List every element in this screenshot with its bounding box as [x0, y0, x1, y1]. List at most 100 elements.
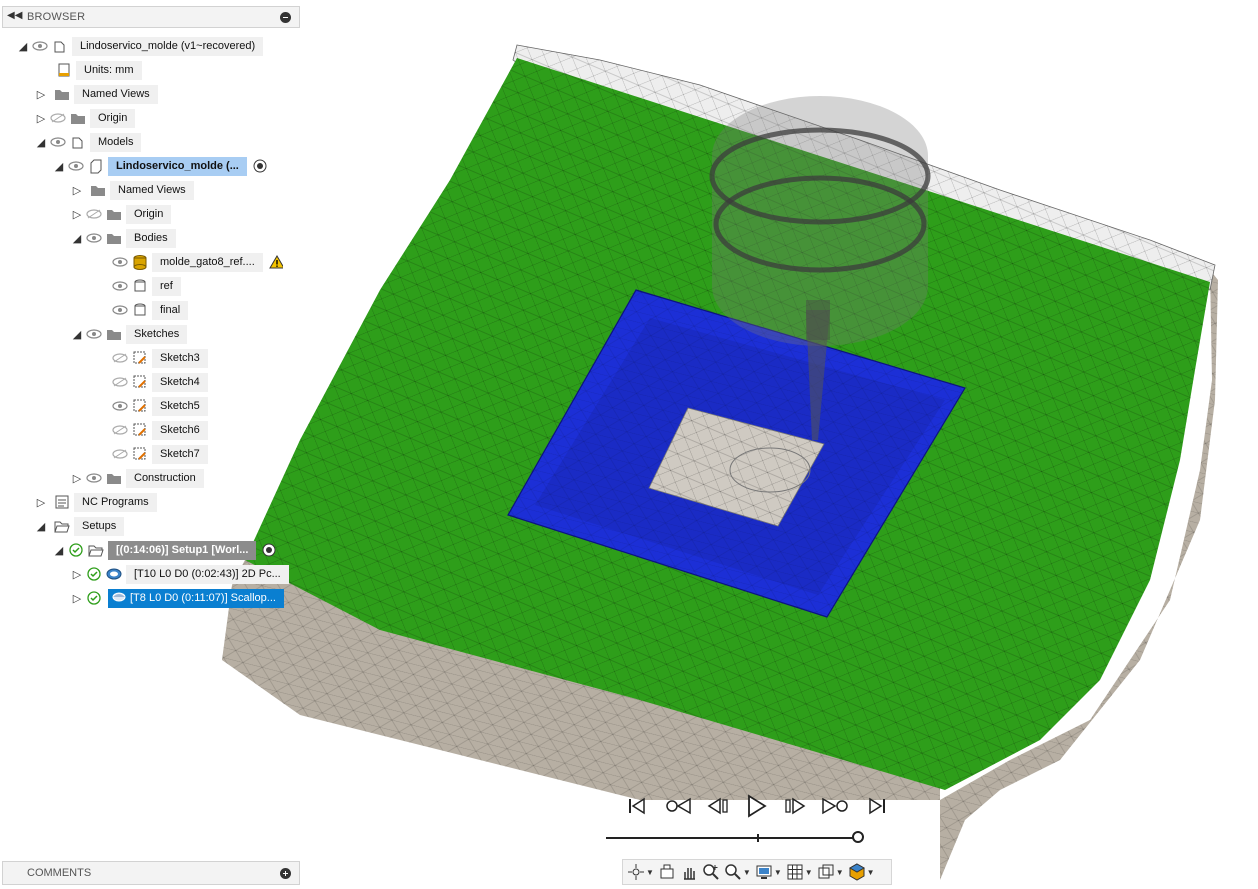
tree-label: [T10 L0 D0 (0:02:43)] 2D Pc...	[126, 564, 289, 584]
tree-item-root[interactable]: ◢ Lindoservico_molde (v1~recovered)	[16, 36, 264, 56]
expand-triangle-icon[interactable]: ▷	[70, 588, 84, 608]
play-icon	[748, 794, 767, 818]
add-comment-icon[interactable]	[280, 868, 291, 879]
expand-triangle-icon[interactable]: ▷	[34, 84, 48, 104]
tree-item-named-views[interactable]: ▷ Named Views	[34, 84, 158, 104]
eye-hidden-icon[interactable]	[110, 372, 130, 392]
tree-item-active-component[interactable]: ◢ Lindoservico_molde (...	[52, 156, 267, 176]
expand-triangle-icon[interactable]: ▷	[70, 204, 84, 224]
tree-label: Construction	[126, 468, 204, 488]
collapse-triangle-icon[interactable]: ◢	[34, 516, 48, 536]
tree-item-origin[interactable]: ▷ Origin	[34, 108, 136, 128]
tree-label: Sketch7	[152, 444, 208, 464]
expand-triangle-icon[interactable]: ▷	[34, 492, 48, 512]
tree-item-sketches[interactable]: ◢ Sketches	[70, 324, 188, 344]
tree-item-setup1[interactable]: ◢ [(0:14:06)] Setup1 [Worl...	[52, 540, 276, 560]
eye-icon[interactable]	[110, 396, 130, 416]
eye-icon[interactable]	[48, 132, 68, 152]
tree-item-construction[interactable]: ▷ Construction	[70, 468, 204, 488]
zoom-icon	[725, 864, 741, 880]
eye-icon[interactable]	[66, 156, 86, 176]
play-button[interactable]	[743, 794, 769, 818]
warning-icon[interactable]	[268, 255, 283, 269]
minimize-panel-icon[interactable]	[280, 12, 291, 23]
collapse-triangle-icon[interactable]: ◢	[52, 156, 66, 176]
document-settings-icon	[54, 60, 74, 80]
go-to-end-button[interactable]	[864, 794, 890, 818]
zoom-button[interactable]: ▼	[724, 861, 751, 883]
step-forward-icon	[785, 797, 806, 815]
tree-item-sketch3[interactable]: Sketch3	[110, 348, 208, 368]
tree-item-units[interactable]: Units: mm	[54, 60, 142, 80]
expand-triangle-icon[interactable]: ▷	[70, 180, 84, 200]
tree-item-named-views-nested[interactable]: ▷ Named Views	[70, 180, 194, 200]
eye-icon[interactable]	[84, 468, 104, 488]
tree-label: Bodies	[126, 228, 176, 248]
pan-button[interactable]	[680, 861, 698, 883]
comments-panel[interactable]: COMMENTS	[2, 861, 300, 885]
tree-item-body-molde[interactable]: molde_gato8_ref....	[110, 252, 283, 272]
eye-icon[interactable]	[84, 324, 104, 344]
tree-item-sketch6[interactable]: Sketch6	[110, 420, 208, 440]
tree-item-bodies[interactable]: ◢ Bodies	[70, 228, 176, 248]
collapse-panel-icon[interactable]: ◀◀	[7, 10, 22, 21]
eye-icon[interactable]	[84, 228, 104, 248]
eye-hidden-icon[interactable]	[110, 444, 130, 464]
tree-item-sketch5[interactable]: Sketch5	[110, 396, 208, 416]
eye-icon[interactable]	[110, 300, 130, 320]
tree-item-body-final[interactable]: final	[110, 300, 189, 320]
tree-label: Sketch6	[152, 420, 208, 440]
tree-item-setups[interactable]: ◢ Setups	[34, 516, 125, 536]
eye-hidden-icon[interactable]	[84, 204, 104, 224]
eye-icon[interactable]	[30, 36, 50, 56]
collapse-triangle-icon[interactable]: ◢	[16, 36, 30, 56]
expand-triangle-icon[interactable]: ▷	[70, 468, 84, 488]
activate-radio-icon[interactable]	[262, 543, 276, 557]
folder-icon	[104, 204, 124, 224]
expand-triangle-icon[interactable]: ▷	[70, 564, 84, 584]
look-at-button[interactable]	[658, 861, 676, 883]
folder-icon	[104, 228, 124, 248]
activate-radio-icon[interactable]	[253, 159, 267, 173]
previous-operation-button[interactable]	[663, 794, 693, 818]
grid-settings-button[interactable]: ▼	[786, 861, 813, 883]
tree-label: [T8 L0 D0 (0:11:07)] Scallop...	[108, 588, 284, 608]
timeline-slider-thumb[interactable]	[852, 831, 864, 843]
grid-icon	[787, 864, 803, 880]
component-icon	[68, 132, 88, 152]
simulation-timeline-track[interactable]	[606, 837, 860, 839]
orbit-button[interactable]: ▼	[627, 861, 654, 883]
comments-title: COMMENTS	[27, 867, 92, 879]
eye-icon[interactable]	[110, 276, 130, 296]
viewports-button[interactable]: ▼	[817, 861, 844, 883]
sketch-icon	[130, 444, 150, 464]
tree-label: Origin	[126, 204, 172, 224]
next-operation-icon	[822, 797, 848, 815]
zoom-window-button[interactable]	[702, 861, 720, 883]
step-back-button[interactable]	[705, 794, 731, 818]
tree-item-nc-programs[interactable]: ▷ NC Programs	[34, 492, 157, 512]
collapse-triangle-icon[interactable]: ◢	[70, 324, 84, 344]
tree-item-op-2d-pocket[interactable]: ▷ [T10 L0 D0 (0:02:43)] 2D Pc...	[70, 564, 289, 584]
display-settings-button[interactable]: ▼	[755, 861, 782, 883]
collapse-triangle-icon[interactable]: ◢	[70, 228, 84, 248]
eye-hidden-icon[interactable]	[48, 108, 68, 128]
browser-panel-header: ◀◀ BROWSER	[2, 6, 300, 28]
collapse-triangle-icon[interactable]: ◢	[52, 540, 66, 560]
tree-item-op-scallop[interactable]: ▷ [T8 L0 D0 (0:11:07)] Scallop...	[70, 588, 284, 608]
eye-hidden-icon[interactable]	[110, 420, 130, 440]
tree-item-origin-nested[interactable]: ▷ Origin	[70, 204, 172, 224]
scallop-operation-icon	[112, 592, 126, 601]
tree-item-models[interactable]: ◢ Models	[34, 132, 142, 152]
go-to-start-button[interactable]	[624, 794, 650, 818]
next-operation-button[interactable]	[820, 794, 850, 818]
expand-triangle-icon[interactable]: ▷	[34, 108, 48, 128]
tree-item-body-ref[interactable]: ref	[110, 276, 181, 296]
eye-hidden-icon[interactable]	[110, 348, 130, 368]
collapse-triangle-icon[interactable]: ◢	[34, 132, 48, 152]
tree-item-sketch7[interactable]: Sketch7	[110, 444, 208, 464]
environment-button[interactable]: ▼	[848, 861, 875, 883]
step-forward-button[interactable]	[782, 794, 808, 818]
eye-icon[interactable]	[110, 252, 130, 272]
tree-item-sketch4[interactable]: Sketch4	[110, 372, 208, 392]
